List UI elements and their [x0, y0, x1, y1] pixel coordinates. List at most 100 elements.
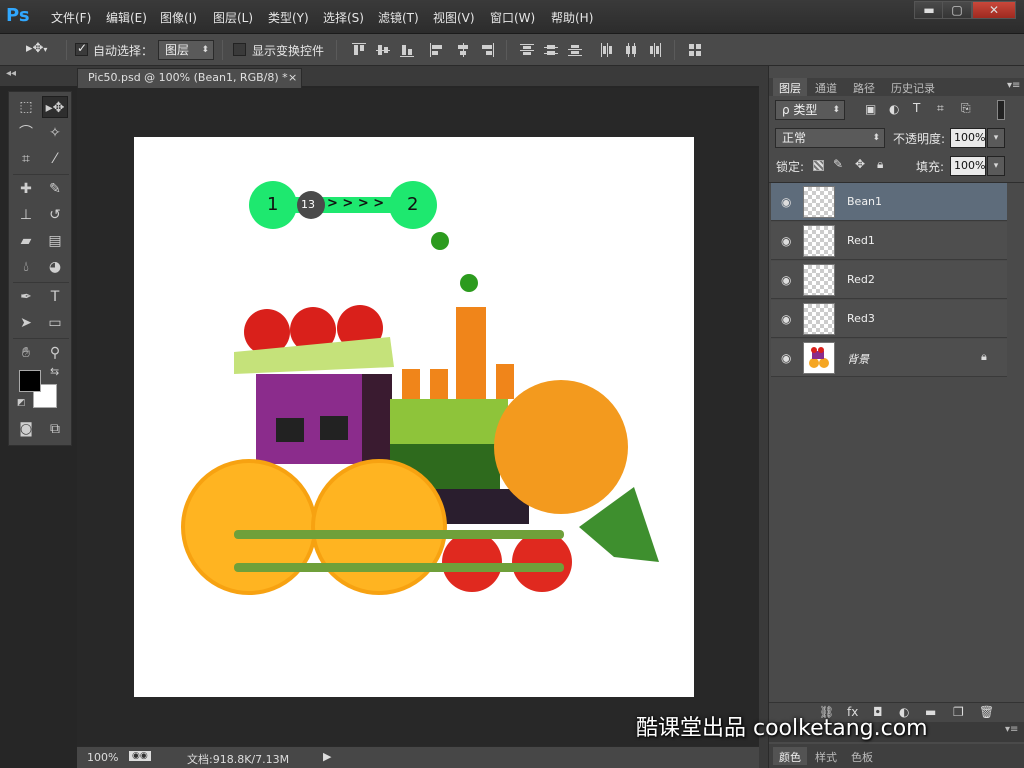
blur-tool-icon[interactable]: 💧︎: [13, 256, 39, 278]
distribute-vcenter-icon[interactable]: [544, 43, 558, 57]
blend-mode-dropdown[interactable]: 正常 ⬍: [775, 128, 885, 148]
magic-wand-tool-icon[interactable]: ✧: [42, 122, 68, 144]
quick-mask-icon[interactable]: ◙: [13, 418, 39, 440]
menu-type[interactable]: 类型(Y): [268, 9, 309, 26]
zoom-tool-icon[interactable]: ⚲: [42, 342, 68, 364]
lock-position-icon[interactable]: ✥: [855, 157, 865, 171]
opacity-slider-toggle-icon[interactable]: ▾: [987, 128, 1005, 148]
pen-tool-icon[interactable]: ✒: [13, 286, 39, 308]
layer-row-background[interactable]: ◉ 背景 🔒︎: [771, 339, 1007, 377]
visibility-eye-icon[interactable]: ◉: [781, 195, 795, 209]
move-tool-icon[interactable]: ▸✥: [42, 96, 68, 118]
align-left-icon[interactable]: [430, 43, 444, 57]
fill-field[interactable]: 100%: [950, 156, 986, 176]
menu-help[interactable]: 帮助(H): [551, 9, 593, 26]
swap-colors-icon[interactable]: ⇆: [50, 365, 59, 378]
eyedropper-tool-icon[interactable]: ⁄: [42, 148, 68, 170]
filter-toggle[interactable]: [997, 100, 1005, 120]
menu-filter[interactable]: 滤镜(T): [378, 9, 419, 26]
default-colors-icon[interactable]: ◩: [17, 398, 26, 408]
document-canvas[interactable]: 1 2 13 > > > >: [134, 137, 694, 697]
path-selection-tool-icon[interactable]: ➤: [13, 312, 39, 334]
distribute-right-icon[interactable]: [648, 43, 662, 57]
tab-channels[interactable]: 通道: [809, 78, 843, 96]
dodge-tool-icon[interactable]: ◕: [42, 256, 68, 278]
opacity-field[interactable]: 100%: [950, 128, 986, 148]
delete-layer-icon[interactable]: 🗑︎: [979, 705, 994, 719]
document-tab[interactable]: Pic50.psd @ 100% (Bean1, RGB/8) * ×: [77, 68, 302, 88]
auto-align-layers-icon[interactable]: [688, 43, 702, 57]
align-hcenter-icon[interactable]: [456, 43, 470, 57]
crop-tool-icon[interactable]: ⌗: [13, 148, 39, 170]
panel-menu-icon[interactable]: ▾≡: [1005, 724, 1018, 735]
close-window-button[interactable]: ✕: [972, 1, 1016, 19]
type-tool-icon[interactable]: T: [42, 286, 68, 308]
filter-pixel-icon[interactable]: ▣: [865, 102, 876, 116]
clone-stamp-tool-icon[interactable]: ⊥: [13, 204, 39, 226]
visibility-eye-icon[interactable]: ◉: [781, 351, 795, 365]
menu-select[interactable]: 选择(S): [323, 9, 364, 26]
tab-paths[interactable]: 路径: [847, 78, 881, 96]
layer-row-red1[interactable]: ◉ Red1: [771, 222, 1007, 260]
distribute-hcenter-icon[interactable]: [624, 43, 638, 57]
align-vcenter-icon[interactable]: [376, 43, 390, 57]
status-menu-arrow-icon[interactable]: ▶: [323, 750, 331, 763]
tab-layers[interactable]: 图层: [773, 78, 807, 96]
tab-color[interactable]: 颜色: [773, 747, 807, 765]
new-layer-icon[interactable]: ❐: [953, 705, 964, 719]
tab-swatches[interactable]: 色板: [845, 747, 879, 765]
visibility-eye-icon[interactable]: ◉: [781, 273, 795, 287]
menu-file[interactable]: 文件(F): [51, 9, 91, 26]
separator: [336, 40, 337, 60]
menu-window[interactable]: 窗口(W): [490, 9, 535, 26]
show-transform-checkbox[interactable]: [233, 43, 246, 56]
fill-slider-toggle-icon[interactable]: ▾: [987, 156, 1005, 176]
layer-row-bean1[interactable]: ◉ Bean1: [771, 183, 1007, 221]
gradient-tool-icon[interactable]: ▤: [42, 230, 68, 252]
lock-all-icon[interactable]: 🔒︎: [877, 157, 883, 172]
distribute-top-icon[interactable]: [520, 43, 534, 57]
menu-layer[interactable]: 图层(L): [213, 9, 253, 26]
menu-image[interactable]: 图像(I): [160, 9, 197, 26]
maximize-button[interactable]: ▢: [942, 1, 972, 19]
align-bottom-icon[interactable]: [400, 43, 414, 57]
marquee-tool-icon[interactable]: ⬚: [13, 96, 39, 118]
visibility-eye-icon[interactable]: ◉: [781, 234, 795, 248]
filter-smart-object-icon[interactable]: ⎘: [961, 101, 971, 116]
tab-history[interactable]: 历史记录: [885, 78, 941, 96]
menu-edit[interactable]: 编辑(E): [106, 9, 147, 26]
align-top-icon[interactable]: [352, 43, 366, 57]
menu-view[interactable]: 视图(V): [433, 9, 475, 26]
collapse-toolbox-icon[interactable]: ◂◂: [6, 68, 16, 79]
foreground-color-swatch[interactable]: [19, 370, 41, 392]
layer-row-red3[interactable]: ◉ Red3: [771, 300, 1007, 338]
minimize-button[interactable]: ▬: [914, 1, 944, 19]
panel-menu-icon[interactable]: ▾≡: [1007, 80, 1020, 91]
layer-thumbnail: [803, 186, 835, 218]
screen-mode-icon[interactable]: ⧉: [42, 418, 68, 440]
lock-transparent-icon[interactable]: [813, 160, 824, 171]
auto-select-target-dropdown[interactable]: 图层 ⬍: [158, 40, 214, 60]
filter-type-icon[interactable]: T: [913, 101, 920, 115]
history-brush-tool-icon[interactable]: ↺: [42, 204, 68, 226]
move-tool-preset-icon[interactable]: ▸✥▾: [26, 41, 60, 59]
close-tab-icon[interactable]: ×: [288, 69, 297, 87]
zoom-level[interactable]: 100%: [87, 751, 118, 764]
brush-tool-icon[interactable]: ✎: [42, 178, 68, 200]
auto-select-checkbox[interactable]: [75, 41, 88, 56]
distribute-bottom-icon[interactable]: [568, 43, 582, 57]
layer-row-red2[interactable]: ◉ Red2: [771, 261, 1007, 299]
visibility-eye-icon[interactable]: ◉: [781, 312, 795, 326]
tab-styles[interactable]: 样式: [809, 747, 843, 765]
lasso-tool-icon[interactable]: ⌒: [13, 122, 39, 144]
lock-image-icon[interactable]: ✎: [833, 157, 843, 171]
distribute-left-icon[interactable]: [600, 43, 614, 57]
hand-tool-icon[interactable]: ✋︎: [13, 342, 39, 364]
align-right-icon[interactable]: [480, 43, 494, 57]
eraser-tool-icon[interactable]: ▰: [13, 230, 39, 252]
filter-shape-icon[interactable]: ⌗: [937, 101, 944, 116]
rectangle-tool-icon[interactable]: ▭: [42, 312, 68, 334]
healing-brush-tool-icon[interactable]: ✚: [13, 178, 39, 200]
filter-adjustment-icon[interactable]: ◐: [889, 102, 899, 116]
layer-filter-dropdown[interactable]: ρ 类型 ⬍: [775, 100, 845, 120]
